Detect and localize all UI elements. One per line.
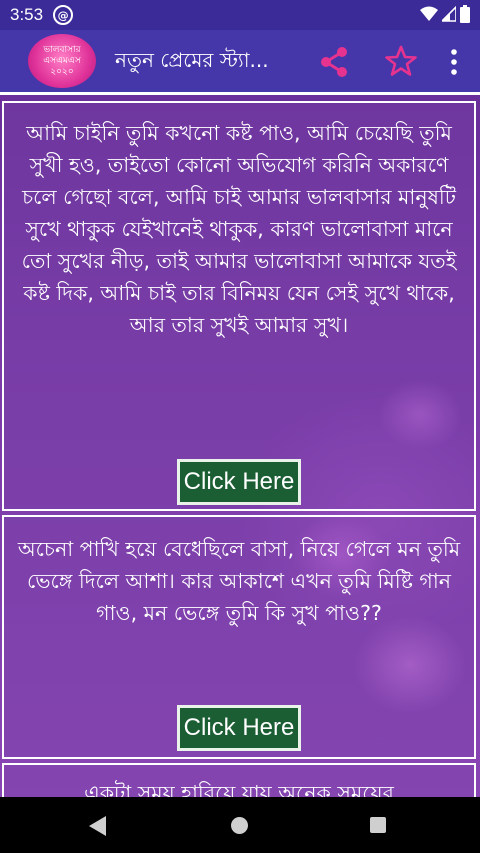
app-bar: ভালবাসার এসএমএস ২০২০ নতুন প্রেমের স্ট্যা…	[0, 30, 480, 92]
app-logo: ভালবাসার এসএমএস ২০২০	[28, 34, 96, 88]
star-outline-icon[interactable]	[384, 44, 418, 78]
logo-line-3: ২০২০	[50, 66, 74, 77]
more-vert-icon[interactable]	[448, 48, 460, 76]
back-icon[interactable]	[89, 816, 107, 836]
wifi-icon	[420, 6, 438, 21]
click-here-button[interactable]: Click Here	[177, 459, 301, 505]
status-card: আমি চাইনি তুমি কখনো কষ্ট পাও, আমি চেয়েছ…	[2, 101, 476, 511]
logo-line-2: এসএমএস	[43, 55, 81, 66]
status-icons	[420, 5, 470, 23]
status-time: 3:53	[10, 5, 44, 24]
status-text: আমি চাইনি তুমি কখনো কষ্ট পাও, আমি চেয়েছ…	[21, 121, 457, 337]
navigation-bar	[0, 797, 480, 853]
status-text: একটা সময় হারিয়ে যায় অনেক সময়ের	[84, 781, 394, 800]
recents-icon[interactable]	[370, 817, 386, 833]
at-sign-icon: @	[53, 5, 74, 25]
status-card: একটা সময় হারিয়ে যায় অনেক সময়ের	[2, 763, 476, 800]
share-icon[interactable]	[318, 46, 350, 78]
app-title: নতুন প্রেমের স্ট্যা...	[115, 48, 269, 72]
click-here-button[interactable]: Click Here	[177, 705, 301, 751]
signal-icon	[442, 6, 456, 22]
status-text: অচেনা পাখি হয়ে বেধেছিলে বাসা, নিয়ে গেল…	[17, 537, 461, 625]
home-icon[interactable]	[231, 817, 248, 834]
status-bar: 3:53 @	[0, 0, 480, 30]
status-card: অচেনা পাখি হয়ে বেধেছিলে বাসা, নিয়ে গেল…	[2, 515, 476, 759]
status-list[interactable]: আমি চাইনি তুমি কখনো কষ্ট পাও, আমি চেয়েছ…	[0, 92, 480, 800]
logo-line-1: ভালবাসার	[43, 44, 81, 55]
battery-icon	[460, 5, 470, 23]
